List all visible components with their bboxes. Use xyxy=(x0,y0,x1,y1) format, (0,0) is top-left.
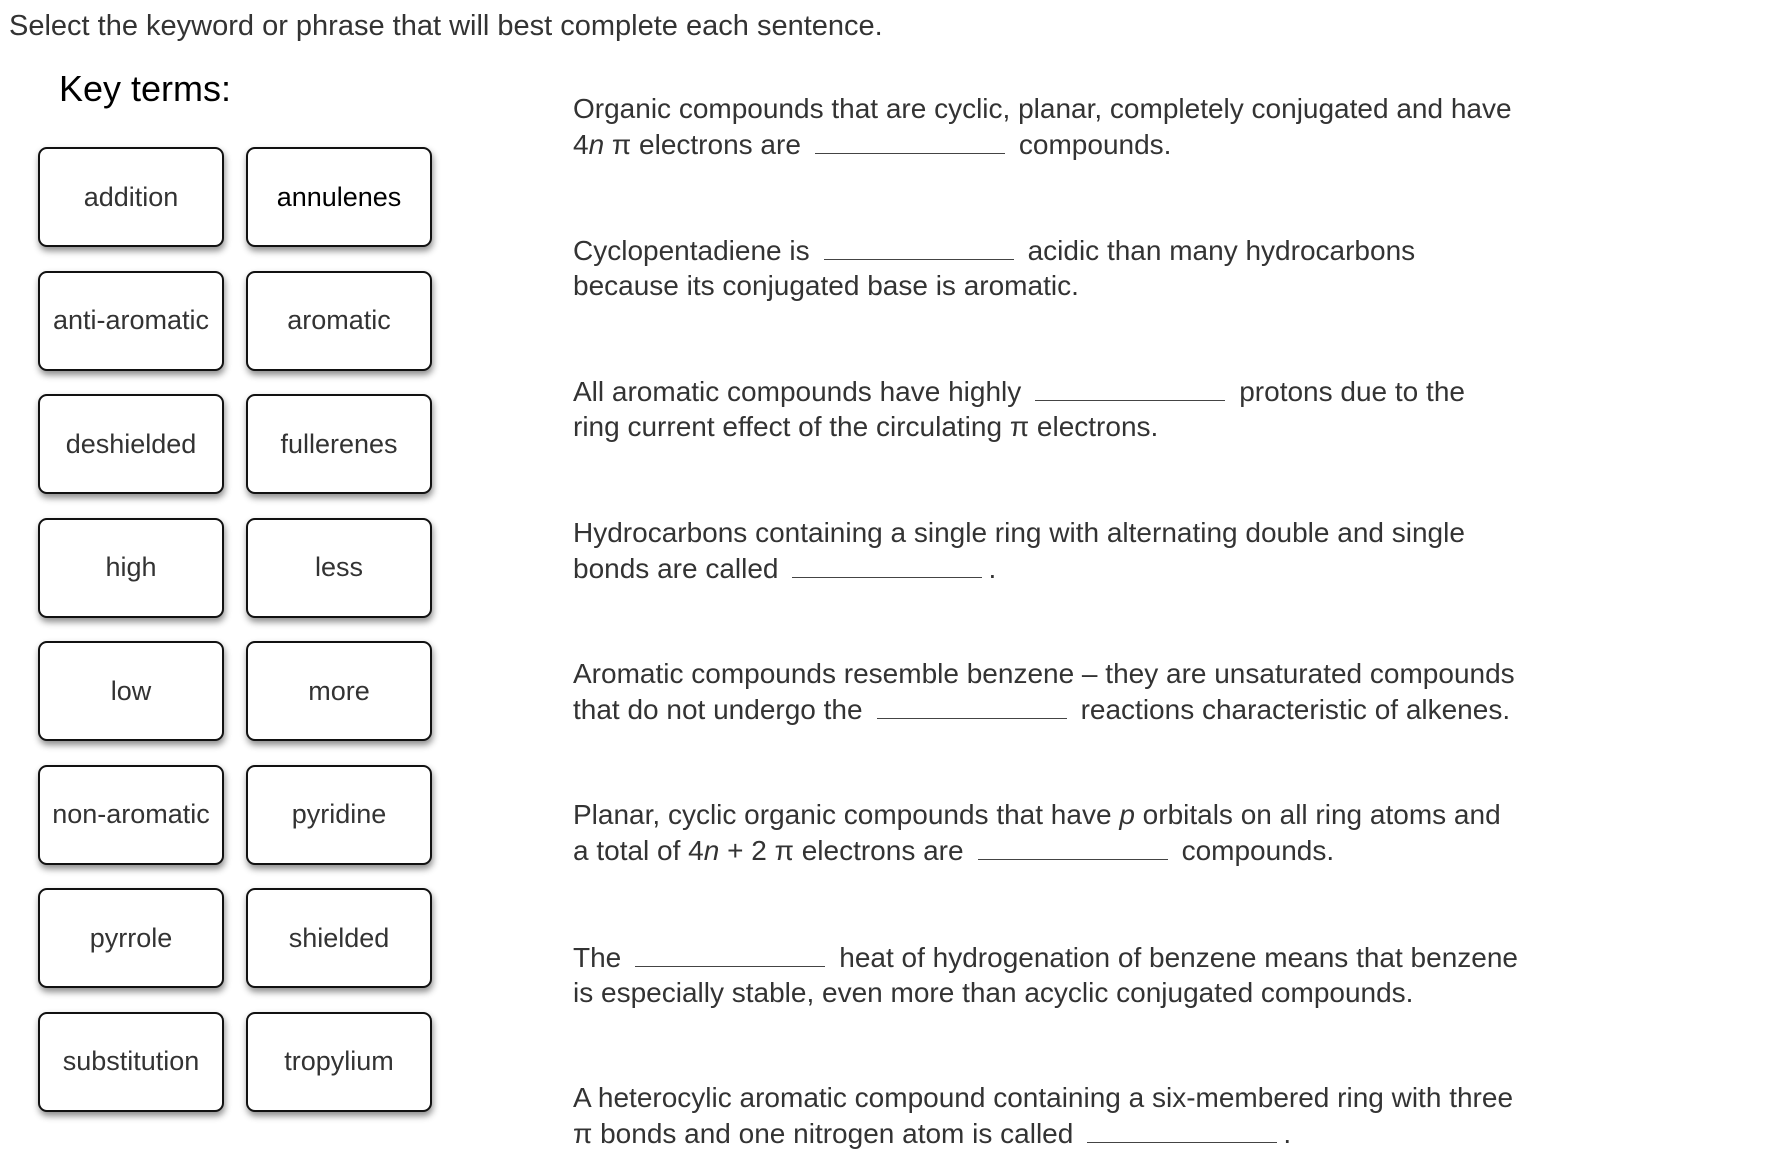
term-card-aromatic[interactable]: aromatic xyxy=(246,270,432,371)
sentence-line: Aromatic compounds resemble benzene – th… xyxy=(573,657,1573,692)
sentence-text: bonds are called xyxy=(573,552,779,584)
sentence-item: A heterocylic aromatic compound containi… xyxy=(573,1081,1573,1151)
sentence-line: Cyclopentadiene is acidic than many hydro… xyxy=(573,233,1573,269)
term-card-high[interactable]: high xyxy=(38,517,224,618)
instructions-text: Select the keyword or phrase that will b… xyxy=(9,10,883,42)
term-card-addition[interactable]: addition xyxy=(38,147,224,247)
sentence-text: heat of hydrogenation of benzene means t… xyxy=(839,942,1518,973)
math-variable: n xyxy=(588,128,605,160)
key-terms-heading: Key terms: xyxy=(59,68,232,109)
sentence-item: Aromatic compounds resemble benzene – th… xyxy=(573,657,1573,727)
sentence-text: π electrons are xyxy=(604,128,801,160)
sentence-text: . xyxy=(988,552,997,584)
answer-blank-1[interactable] xyxy=(814,127,1005,154)
sentence-line: Planar, cyclic organic compounds that ha… xyxy=(573,798,1573,833)
sentence-text: Cyclopentadiene is xyxy=(573,235,810,266)
sentence-text: compounds. xyxy=(1181,834,1335,866)
term-card-low[interactable]: low xyxy=(38,641,224,741)
sentence-item: Cyclopentadiene is acidic than many hydro… xyxy=(573,233,1573,303)
sentence-text: Organic compounds that are cyclic, plana… xyxy=(573,93,1512,124)
sentence-text: acidic than many hydrocarbons xyxy=(1027,235,1416,266)
sentence-line: a total of 4n + 2 π electrons are compoun… xyxy=(573,833,1573,869)
answer-blank-7[interactable] xyxy=(635,940,826,967)
term-card-pyrrole[interactable]: pyrrole xyxy=(38,888,224,988)
term-card-fullerenes[interactable]: fullerenes xyxy=(246,394,432,494)
sentence-text: a total of 4 xyxy=(573,834,704,866)
term-card-anti-aromatic[interactable]: anti-aromatic xyxy=(38,270,224,371)
sentence-item: The heat of hydrogenation of benzene mean… xyxy=(573,940,1573,1010)
term-card-less[interactable]: less xyxy=(246,517,432,618)
answer-blank-5[interactable] xyxy=(876,692,1067,719)
sentence-text: reactions characteristic of alkenes. xyxy=(1080,693,1511,725)
sentence-text: All aromatic compounds have highly xyxy=(573,376,1022,407)
sentence-text: + 2 π electrons are xyxy=(719,834,964,866)
sentence-text: A heterocylic aromatic compound containi… xyxy=(573,1082,1514,1113)
sentence-text: . xyxy=(1283,1117,1292,1149)
sentence-line: 4n π electrons are compounds. xyxy=(573,127,1573,163)
key-terms-bank: addition annulenes anti-aromatic aromati… xyxy=(38,147,432,1112)
answer-blank-3[interactable] xyxy=(1035,374,1226,401)
sentence-line: A heterocylic aromatic compound containi… xyxy=(573,1081,1573,1116)
term-card-shielded[interactable]: shielded xyxy=(246,888,432,988)
term-card-tropylium[interactable]: tropylium xyxy=(246,1011,432,1112)
sentence-item: Organic compounds that are cyclic, plana… xyxy=(573,92,1573,162)
answer-blank-8[interactable] xyxy=(1087,1116,1278,1143)
sentence-item: Hydrocarbons containing a single ring wi… xyxy=(573,516,1573,586)
term-card-pyridine[interactable]: pyridine xyxy=(246,764,432,865)
term-card-substitution[interactable]: substitution xyxy=(38,1011,224,1112)
answer-blank-2[interactable] xyxy=(823,233,1014,260)
sentence-line: Organic compounds that are cyclic, plana… xyxy=(573,92,1573,127)
sentence-text: protons due to the xyxy=(1239,376,1465,407)
sentence-text: because its conjugated base is aromatic. xyxy=(573,269,1079,301)
answer-blank-6[interactable] xyxy=(977,833,1168,860)
term-card-annulenes[interactable]: annulenes xyxy=(246,147,432,247)
sentence-text: 4 xyxy=(573,128,589,160)
math-variable: n xyxy=(703,834,720,866)
sentence-text: is especially stable, even more than acy… xyxy=(573,976,1414,1008)
sentence-line: because its conjugated base is aromatic. xyxy=(573,269,1573,304)
sentence-line: The heat of hydrogenation of benzene mean… xyxy=(573,940,1573,976)
sentence-text: that do not undergo the xyxy=(573,693,863,725)
answer-blank-4[interactable] xyxy=(792,551,983,578)
sentence-text: Hydrocarbons containing a single ring wi… xyxy=(573,517,1465,548)
sentence-text: Planar, cyclic organic compounds that ha… xyxy=(573,799,1112,830)
sentence-text: compounds. xyxy=(1018,128,1172,160)
sentence-line: ring current effect of the circulating π… xyxy=(573,410,1573,445)
term-card-deshielded[interactable]: deshielded xyxy=(38,394,224,494)
term-card-more[interactable]: more xyxy=(246,641,432,741)
term-card-non-aromatic[interactable]: non-aromatic xyxy=(38,764,224,865)
sentence-line: is especially stable, even more than acy… xyxy=(573,976,1573,1011)
sentence-text: orbitals on all ring atoms and xyxy=(1134,799,1501,830)
math-variable: p xyxy=(1119,799,1135,830)
sentence-text: π bonds and one nitrogen atom is called xyxy=(573,1117,1074,1149)
sentence-line: that do not undergo the reactions charact… xyxy=(573,692,1573,728)
sentence-line: bonds are called. xyxy=(573,551,1573,587)
sentence-line: All aromatic compounds have highly proton… xyxy=(573,374,1573,410)
sentence-text: The xyxy=(573,942,622,973)
sentence-item: All aromatic compounds have highly proton… xyxy=(573,374,1573,444)
sentence-line: π bonds and one nitrogen atom is called. xyxy=(573,1116,1573,1152)
sentence-line: Hydrocarbons containing a single ring wi… xyxy=(573,516,1573,551)
sentence-text: ring current effect of the circulating π… xyxy=(573,410,1159,442)
sentence-item: Planar, cyclic organic compounds that ha… xyxy=(573,798,1573,868)
sentence-text: Aromatic compounds resemble benzene – th… xyxy=(573,658,1515,689)
